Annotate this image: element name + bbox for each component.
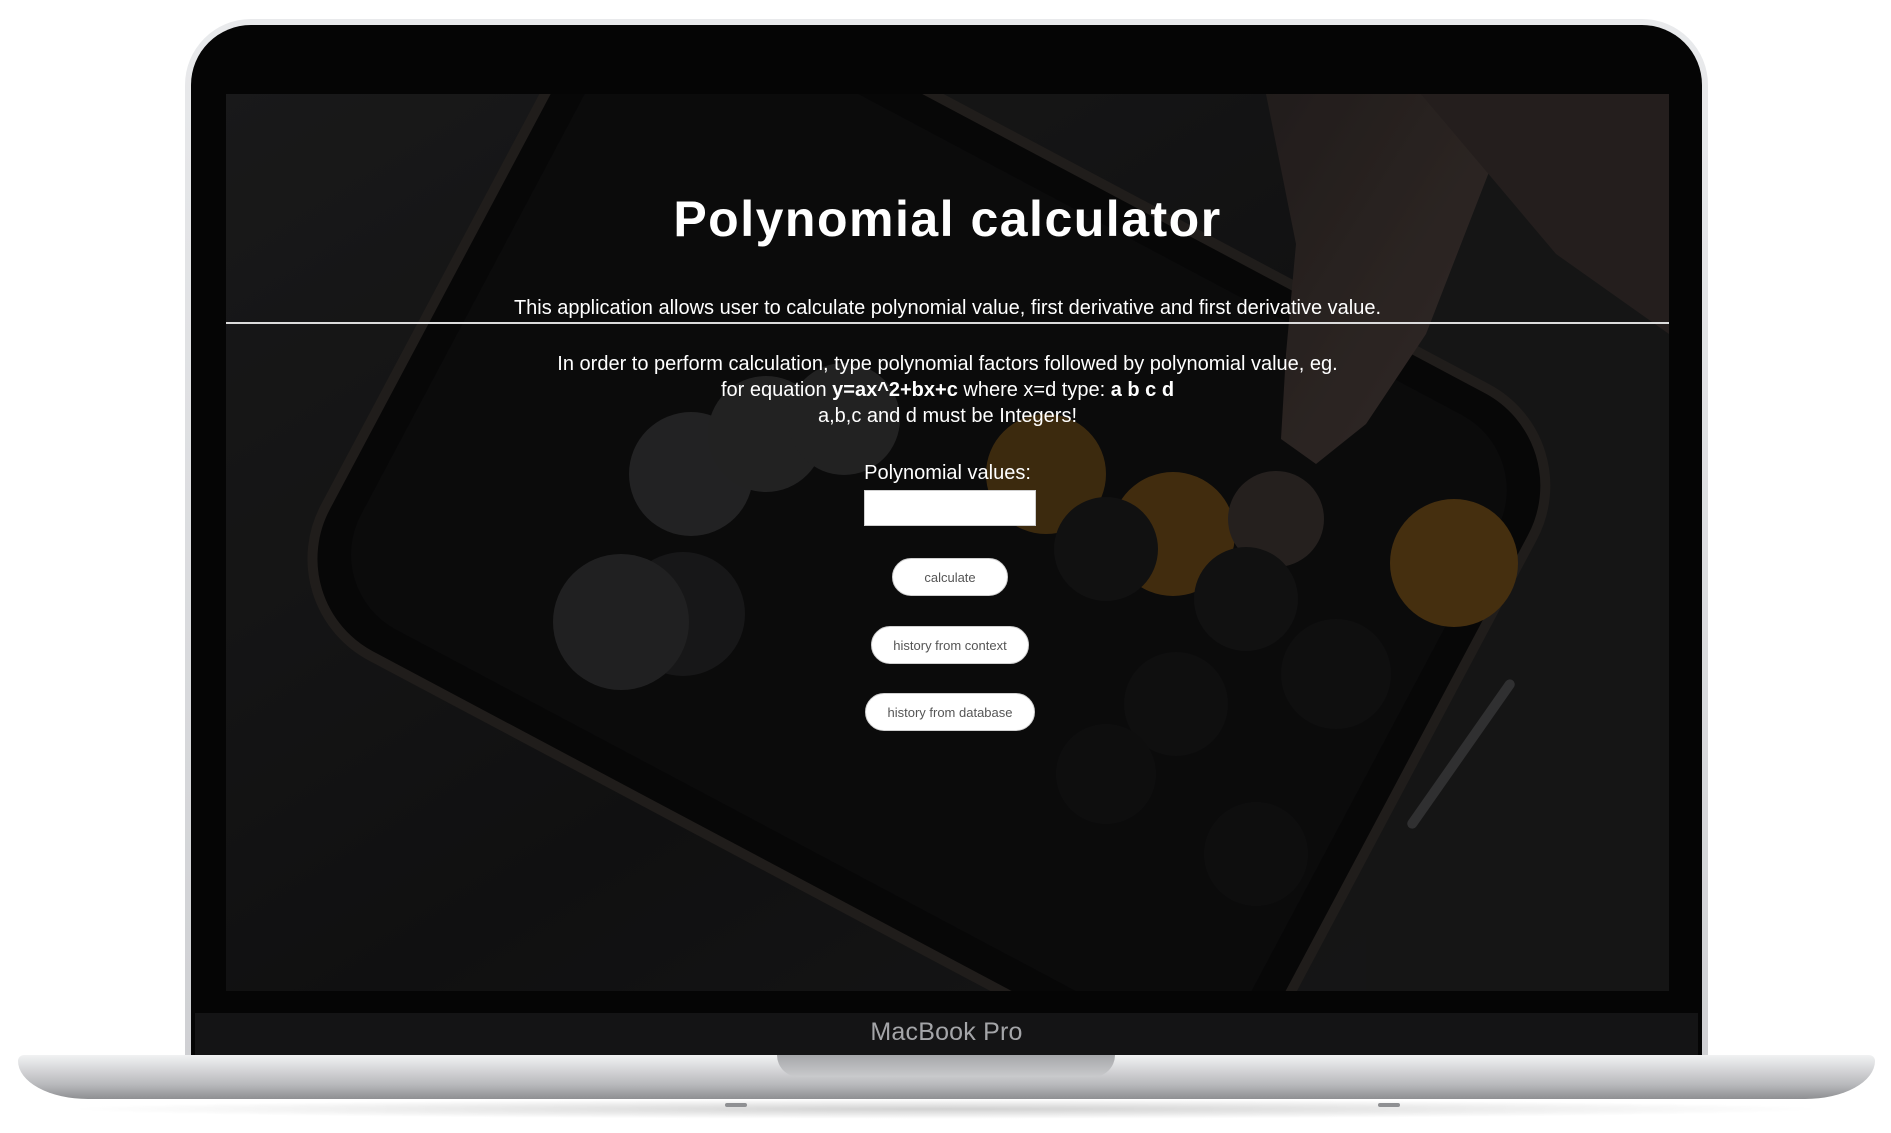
laptop-shadow — [60, 1099, 1831, 1119]
laptop-foot-right — [1378, 1103, 1400, 1107]
page-title: Polynomial calculator — [673, 191, 1222, 247]
instructions-prefix: for equation — [720, 379, 833, 401]
laptop-mockup: MacBook Pro Polynomial calculator This a… — [0, 0, 1891, 1133]
main-content: Polynomial calculator This application a… — [226, 94, 1669, 991]
instructions-middle: where x=d type: — [957, 379, 1111, 401]
equation-example: y=ax^2+bx+c — [832, 379, 958, 401]
intro-text: This application allows user to calculat… — [513, 297, 1382, 319]
instructions-line-3: a,b,c and d must be Integers! — [817, 405, 1078, 427]
laptop-opening-notch — [777, 1055, 1115, 1077]
laptop-model-label: MacBook Pro — [870, 1018, 1023, 1046]
laptop-foot-left — [725, 1103, 747, 1107]
polynomial-values-input[interactable] — [864, 490, 1036, 526]
calculate-button[interactable]: calculate — [892, 558, 1008, 596]
divider — [226, 322, 1669, 324]
history-from-database-button[interactable]: history from database — [865, 693, 1035, 731]
input-format-example: a b c d — [1110, 379, 1175, 401]
history-from-context-button[interactable]: history from context — [871, 626, 1029, 664]
instructions-line-1: In order to perform calculation, type po… — [557, 353, 1338, 375]
instructions-line-2: for equation y=ax^2+bx+c where x=d type:… — [226, 377, 1669, 403]
instructions: In order to perform calculation, type po… — [226, 351, 1669, 429]
polynomial-values-label: Polynomial values: — [864, 462, 1031, 484]
app-screen: Polynomial calculator This application a… — [226, 94, 1669, 991]
